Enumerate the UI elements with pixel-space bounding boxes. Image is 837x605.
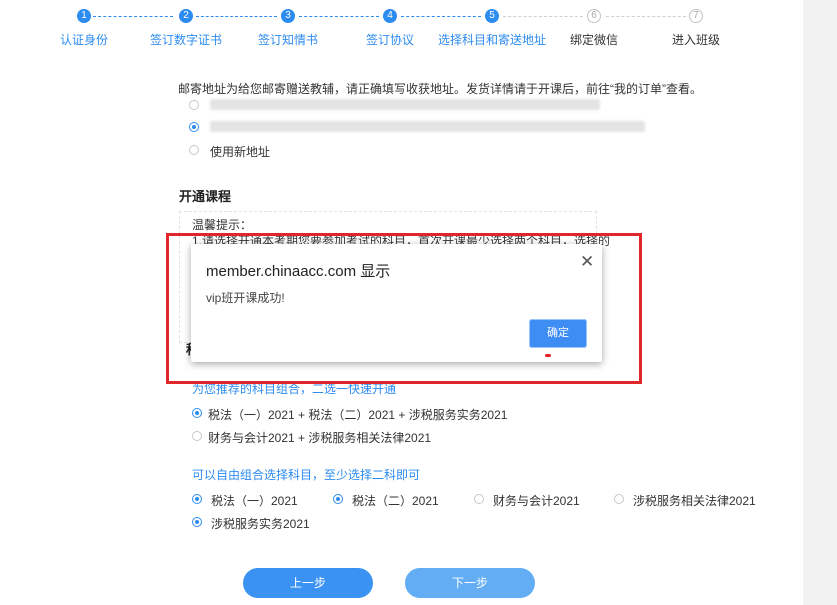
progress-steps: 1 认证身份 2 签订数字证书 3 签订知情书 4 签订协议 5 选择科目和寄送… bbox=[0, 0, 803, 52]
combo-option[interactable]: 税法（一）2021 + 税法（二）2021 + 涉税服务实务2021 bbox=[208, 406, 507, 423]
step-number: 7 bbox=[689, 9, 703, 23]
subject-option[interactable]: 财务与会计2021 bbox=[493, 492, 580, 509]
address-notice: 邮寄地址为给您邮寄赠送教辅，请正确填写收获地址。发货详情请于开课后，前往“我的订… bbox=[178, 82, 702, 96]
step-label: 认证身份 bbox=[59, 33, 109, 47]
subject-radio[interactable] bbox=[474, 494, 484, 504]
step-connector bbox=[93, 16, 173, 17]
combo-option[interactable]: 财务与会计2021 + 涉税服务相关法律2021 bbox=[208, 429, 431, 446]
tip-title: 温馨提示： bbox=[192, 218, 253, 232]
next-step-button[interactable]: 下一步 bbox=[405, 568, 535, 598]
dialog-message: vip班开课成功! bbox=[206, 291, 285, 305]
subject-option[interactable]: 税法（二）2021 bbox=[352, 492, 439, 509]
subject-option[interactable]: 涉税服务实务2021 bbox=[211, 515, 310, 532]
step-number: 1 bbox=[77, 9, 91, 23]
step-connector bbox=[606, 16, 686, 17]
step-label: 进入班级 bbox=[671, 33, 721, 47]
subject-option[interactable]: 涉税服务相关法律2021 bbox=[633, 492, 756, 509]
subject-radio[interactable] bbox=[333, 494, 343, 504]
prev-step-button[interactable]: 上一步 bbox=[243, 568, 373, 598]
course-section-title: 开通课程 bbox=[179, 189, 232, 204]
address-radio[interactable] bbox=[189, 122, 199, 132]
click-marker bbox=[545, 354, 551, 357]
new-address-label[interactable]: 使用新地址 bbox=[210, 143, 270, 160]
blurred-address bbox=[210, 99, 600, 110]
step-label: 签订协议 bbox=[365, 33, 415, 47]
alert-dialog: member.chinaacc.com 显示 ✕ vip班开课成功! 确定 bbox=[191, 244, 602, 362]
subject-radio[interactable] bbox=[192, 517, 202, 527]
step-label: 签订数字证书 bbox=[149, 33, 223, 47]
subject-radio[interactable] bbox=[614, 494, 624, 504]
page-scroll-gutter bbox=[803, 0, 837, 605]
step-label: 绑定微信 bbox=[569, 33, 619, 47]
step-connector bbox=[401, 16, 481, 17]
step-connector bbox=[299, 16, 379, 17]
confirm-button[interactable]: 确定 bbox=[529, 319, 587, 348]
step-number: 5 bbox=[485, 9, 499, 23]
step-number: 2 bbox=[179, 9, 193, 23]
step-number: 4 bbox=[383, 9, 397, 23]
subject-radio[interactable] bbox=[192, 494, 202, 504]
close-icon[interactable]: ✕ bbox=[580, 252, 594, 272]
new-address-radio[interactable] bbox=[189, 145, 199, 155]
subject-option[interactable]: 税法（一）2021 bbox=[211, 492, 298, 509]
free-select-label: 可以自由组合选择科目，至少选择二科即可 bbox=[192, 468, 421, 482]
step-label: 签订知情书 bbox=[257, 33, 319, 47]
step-connector bbox=[196, 16, 277, 17]
address-radio[interactable] bbox=[189, 100, 199, 110]
step-number: 6 bbox=[587, 9, 601, 23]
dialog-title: member.chinaacc.com 显示 bbox=[206, 263, 391, 280]
step-connector bbox=[503, 16, 583, 17]
combo-radio[interactable] bbox=[192, 431, 202, 441]
step-label: 选择科目和寄送地址 bbox=[437, 33, 547, 47]
blurred-address bbox=[210, 121, 645, 132]
combo-radio[interactable] bbox=[192, 408, 202, 418]
step-number: 3 bbox=[281, 9, 295, 23]
